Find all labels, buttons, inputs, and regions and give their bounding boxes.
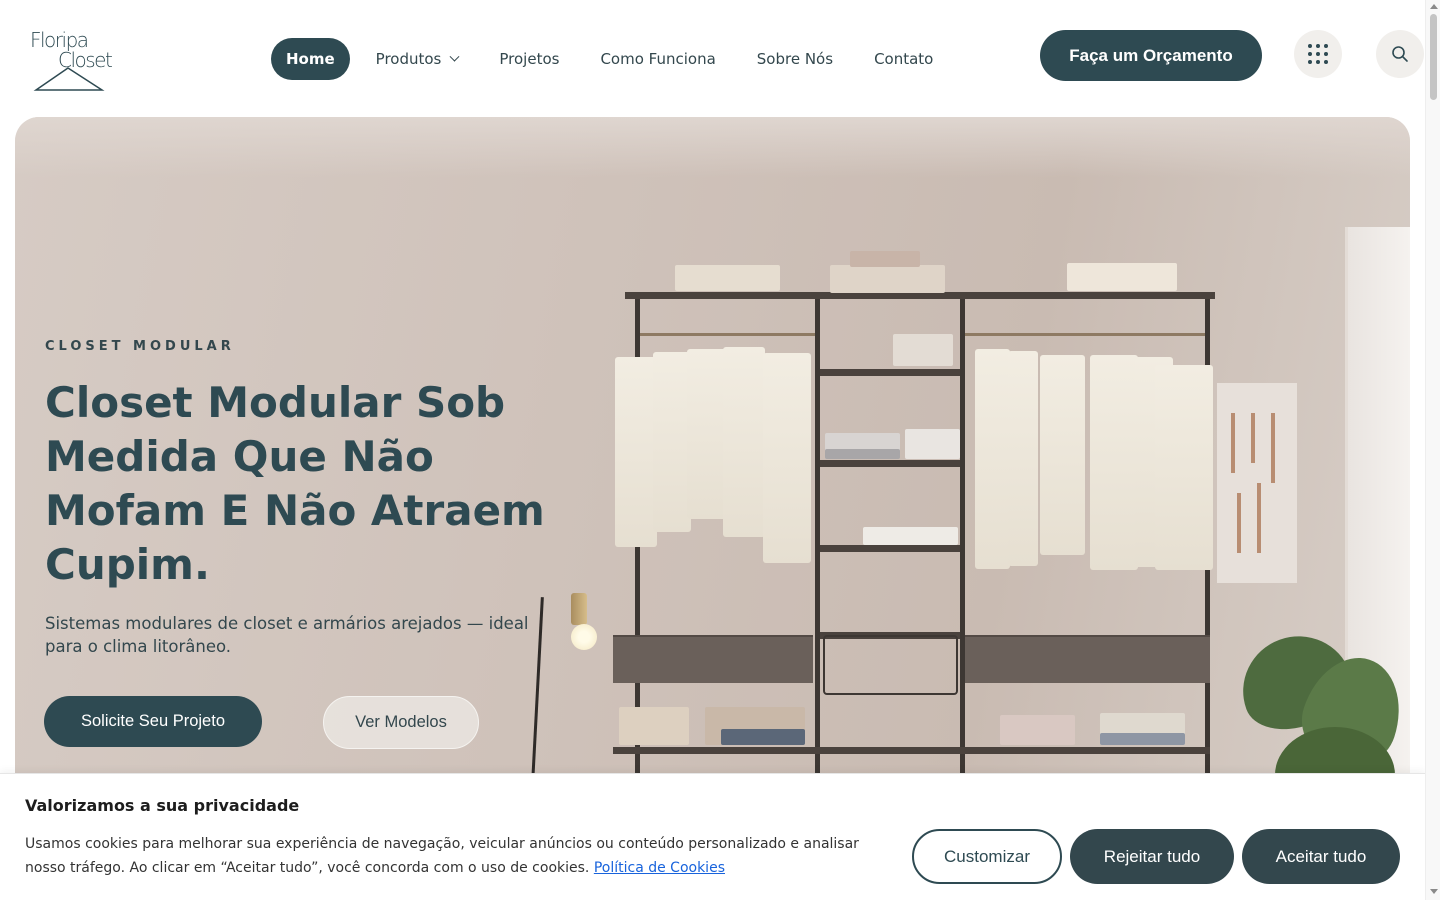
grid-dots-icon xyxy=(1308,44,1328,64)
nav-item-sobre-nos[interactable]: Sobre Nós xyxy=(742,38,848,80)
lamp-bulb xyxy=(571,624,597,650)
accept-all-button[interactable]: Aceitar tudo xyxy=(1242,829,1400,884)
request-project-button[interactable]: Solicite Seu Projeto xyxy=(44,696,262,747)
nav-item-label: Projetos xyxy=(499,50,560,68)
cookie-description: Usamos cookies para melhorar sua experiê… xyxy=(25,836,859,876)
nav-item-contato[interactable]: Contato xyxy=(859,38,948,80)
cookie-banner: Valorizamos a sua privacidade Usamos coo… xyxy=(0,773,1425,900)
quote-button[interactable]: Faça um Orçamento xyxy=(1040,30,1262,81)
lamp-head xyxy=(571,593,587,625)
hero-eyebrow: CLOSET MODULAR xyxy=(45,339,235,354)
nav-item-label: Produtos xyxy=(375,50,442,68)
customize-cookies-button[interactable]: Customizar xyxy=(912,829,1062,884)
reject-all-button[interactable]: Rejeitar tudo xyxy=(1070,829,1234,884)
view-models-button[interactable]: Ver Modelos xyxy=(323,696,479,749)
nav-item-home[interactable]: Home xyxy=(271,38,350,80)
chevron-down-icon xyxy=(449,51,460,62)
nav-item-label: Como Funciona xyxy=(600,50,716,68)
hero-subtitle: Sistemas modulares de closet e armários … xyxy=(45,614,529,656)
hero-section: CLOSET MODULAR Closet Modular Sob Medida… xyxy=(15,117,1410,817)
apps-menu-button[interactable] xyxy=(1294,30,1342,78)
nav-item-como-funciona[interactable]: Como Funciona xyxy=(585,38,730,80)
nav-item-label: Home xyxy=(286,50,335,68)
hero-title: Closet Modular Sob Medida Que Não Mofam … xyxy=(45,378,545,589)
cookie-text: Usamos cookies para melhorar sua experiê… xyxy=(25,832,895,880)
scrollbar-thumb[interactable] xyxy=(1430,14,1437,100)
nav-item-produtos[interactable]: Produtos xyxy=(361,38,474,80)
hanger-icon xyxy=(33,67,105,91)
nav-item-projetos[interactable]: Projetos xyxy=(484,38,574,80)
cookie-policy-link[interactable]: Política de Cookies xyxy=(594,860,725,876)
main-nav: Home Produtos Projetos Como Funciona Sob… xyxy=(271,38,959,80)
page-scrollbar[interactable] xyxy=(1425,0,1440,900)
scroll-down-arrow-icon[interactable] xyxy=(1430,889,1438,894)
site-header: Floripa Closet Home Produtos Projetos Co… xyxy=(0,0,1425,117)
brand-logo[interactable]: Floripa Closet xyxy=(28,30,123,94)
search-icon xyxy=(1392,46,1408,62)
search-button[interactable] xyxy=(1376,30,1424,78)
nav-item-label: Sobre Nós xyxy=(756,50,834,68)
scroll-up-arrow-icon[interactable] xyxy=(1430,4,1438,9)
nav-item-label: Contato xyxy=(874,50,934,68)
cookie-title: Valorizamos a sua privacidade xyxy=(25,796,300,815)
